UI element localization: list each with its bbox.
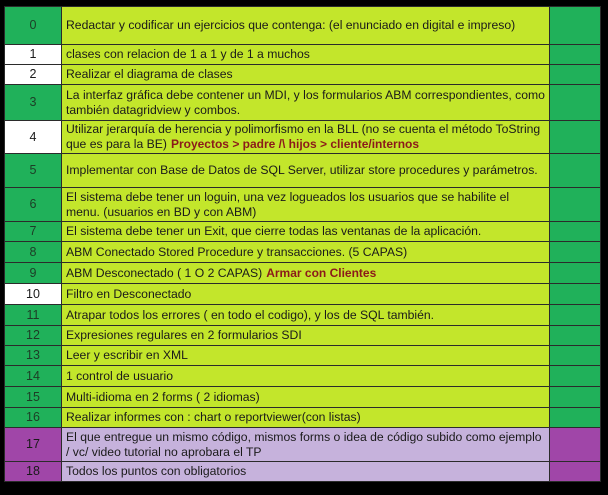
requirement-cell[interactable]: 1 control de usuario — [61, 365, 550, 387]
requirement-cell[interactable]: Expresiones regulares en 2 formularios S… — [61, 325, 550, 346]
row-number-cell[interactable]: 11 — [4, 304, 62, 326]
table-row: 1 clases con relacion de 1 a 1 y de 1 a m… — [4, 44, 601, 65]
requirement-cell[interactable]: ABM Desconectado ( 1 O 2 CAPAS) Armar con… — [61, 262, 550, 284]
requirement-text: Realizar el diagrama de clases — [66, 67, 233, 81]
status-cell[interactable] — [549, 386, 601, 408]
table-row: 0 Redactar y codificar un ejercicios que … — [4, 6, 601, 45]
requirement-cell[interactable]: Utilizar jerarquía de herencia y polimor… — [61, 120, 550, 154]
requirement-note: Armar con Clientes — [266, 265, 377, 280]
status-cell[interactable] — [549, 304, 601, 326]
row-number-cell[interactable]: 6 — [4, 187, 62, 222]
requirement-text: ABM Conectado Stored Procedure y transac… — [66, 244, 408, 259]
row-number-cell[interactable]: 5 — [4, 153, 62, 188]
requirement-cell[interactable]: El que entregue un mismo código, mismos … — [61, 427, 550, 462]
table-row: 7 El sistema debe tener un Exit, que cier… — [4, 221, 601, 242]
requirement-note: Proyectos > padre /\ hijos > cliente/int… — [170, 137, 420, 151]
requirement-cell[interactable]: Multi-idioma en 2 forms ( 2 idiomas) — [61, 386, 550, 408]
requirements-table-body: 0 Redactar y codificar un ejercicios que … — [4, 6, 601, 482]
table-row: 15 Multi-idioma en 2 forms ( 2 idiomas) — [4, 386, 601, 408]
requirement-text: La interfaz gráfica debe contener un MDI… — [66, 87, 545, 117]
status-cell[interactable] — [549, 120, 601, 154]
table-row: 14 1 control de usuario — [4, 365, 601, 387]
table-row: 17 El que entregue un mismo código, mismo… — [4, 427, 601, 462]
status-cell[interactable] — [549, 44, 601, 65]
table-row: 13 Leer y escribir en XML — [4, 345, 601, 366]
row-number-cell[interactable]: 7 — [4, 221, 62, 242]
table-row: 9 ABM Desconectado ( 1 O 2 CAPAS) Armar co… — [4, 262, 601, 284]
row-number-cell[interactable]: 18 — [4, 461, 62, 482]
status-cell[interactable] — [549, 427, 601, 462]
status-cell[interactable] — [549, 365, 601, 387]
requirement-cell[interactable]: Realizar informes con : chart o reportvi… — [61, 407, 550, 428]
table-row: 6 El sistema debe tener un loguin, una ve… — [4, 187, 601, 222]
requirement-text: Redactar y codificar un ejercicios que c… — [66, 18, 516, 32]
row-number-cell[interactable]: 0 — [4, 6, 62, 45]
requirement-text: Atrapar todos los errores ( en todo el c… — [66, 307, 435, 322]
requirement-text: Realizar informes con : chart o reportvi… — [66, 410, 361, 424]
table-row: 11 Atrapar todos los errores ( en todo el… — [4, 304, 601, 326]
row-number-cell[interactable]: 1 — [4, 44, 62, 65]
requirement-text: Leer y escribir en XML — [66, 348, 188, 362]
requirement-text: Filtro en Desconectado — [66, 286, 192, 301]
requirement-text: El que entregue un mismo código, mismos … — [66, 429, 542, 459]
requirement-text: Implementar con Base de Datos de SQL Ser… — [66, 163, 538, 177]
requirement-text: clases con relacion de 1 a 1 y de 1 a mu… — [66, 47, 310, 61]
requirement-cell[interactable]: El sistema debe tener un Exit, que cierr… — [61, 221, 550, 242]
row-number-cell[interactable]: 14 — [4, 365, 62, 387]
status-cell[interactable] — [549, 84, 601, 121]
status-cell[interactable] — [549, 262, 601, 284]
table-row: 4 Utilizar jerarquía de herencia y polimo… — [4, 120, 601, 154]
status-cell[interactable] — [549, 153, 601, 188]
table-row: 2 Realizar el diagrama de clases — [4, 64, 601, 85]
table-row: 10 Filtro en Desconectado — [4, 283, 601, 305]
status-cell[interactable] — [549, 241, 601, 263]
requirement-cell[interactable]: Todos los puntos con obligatorios — [61, 461, 550, 482]
row-number-cell[interactable]: 10 — [4, 283, 62, 305]
status-cell[interactable] — [549, 6, 601, 45]
requirement-cell[interactable]: Atrapar todos los errores ( en todo el c… — [61, 304, 550, 326]
requirement-cell[interactable]: El sistema debe tener un loguin, una vez… — [61, 187, 550, 222]
status-cell[interactable] — [549, 325, 601, 346]
table-row: 5 Implementar con Base de Datos de SQL Se… — [4, 153, 601, 188]
row-number-cell[interactable]: 17 — [4, 427, 62, 462]
status-cell[interactable] — [549, 407, 601, 428]
requirement-text: Multi-idioma en 2 forms ( 2 idiomas) — [66, 389, 260, 404]
requirement-text: 1 control de usuario — [66, 368, 174, 383]
status-cell[interactable] — [549, 283, 601, 305]
status-cell[interactable] — [549, 187, 601, 222]
requirement-cell[interactable]: clases con relacion de 1 a 1 y de 1 a mu… — [61, 44, 550, 65]
requirements-table: 0 Redactar y codificar un ejercicios que … — [4, 6, 601, 482]
requirement-cell[interactable]: Realizar el diagrama de clases — [61, 64, 550, 85]
row-number-cell[interactable]: 3 — [4, 84, 62, 121]
row-number-cell[interactable]: 4 — [4, 120, 62, 154]
table-row: 3 La interfaz gráfica debe contener un MD… — [4, 84, 601, 121]
requirement-cell[interactable]: Filtro en Desconectado — [61, 283, 550, 305]
row-number-cell[interactable]: 15 — [4, 386, 62, 408]
requirement-cell[interactable]: Implementar con Base de Datos de SQL Ser… — [61, 153, 550, 188]
table-row: 16 Realizar informes con : chart o report… — [4, 407, 601, 428]
requirement-text: El sistema debe tener un loguin, una vez… — [66, 189, 510, 219]
row-number-cell[interactable]: 8 — [4, 241, 62, 263]
requirement-text: Expresiones regulares en 2 formularios S… — [66, 328, 302, 342]
row-number-cell[interactable]: 13 — [4, 345, 62, 366]
requirement-cell[interactable]: La interfaz gráfica debe contener un MDI… — [61, 84, 550, 121]
requirement-cell[interactable]: ABM Conectado Stored Procedure y transac… — [61, 241, 550, 263]
row-number-cell[interactable]: 16 — [4, 407, 62, 428]
table-row: 12 Expresiones regulares en 2 formularios… — [4, 325, 601, 346]
status-cell[interactable] — [549, 221, 601, 242]
row-number-cell[interactable]: 2 — [4, 64, 62, 85]
row-number-cell[interactable]: 12 — [4, 325, 62, 346]
status-cell[interactable] — [549, 64, 601, 85]
status-cell[interactable] — [549, 461, 601, 482]
requirement-text: ABM Desconectado ( 1 O 2 CAPAS) — [66, 265, 263, 280]
table-row: 18 Todos los puntos con obligatorios — [4, 461, 601, 482]
status-cell[interactable] — [549, 345, 601, 366]
row-number-cell[interactable]: 9 — [4, 262, 62, 284]
table-row: 8 ABM Conectado Stored Procedure y transa… — [4, 241, 601, 263]
requirement-text: El sistema debe tener un Exit, que cierr… — [66, 224, 482, 238]
requirement-cell[interactable]: Redactar y codificar un ejercicios que c… — [61, 6, 550, 45]
requirement-text: Todos los puntos con obligatorios — [66, 464, 247, 478]
requirement-cell[interactable]: Leer y escribir en XML — [61, 345, 550, 366]
